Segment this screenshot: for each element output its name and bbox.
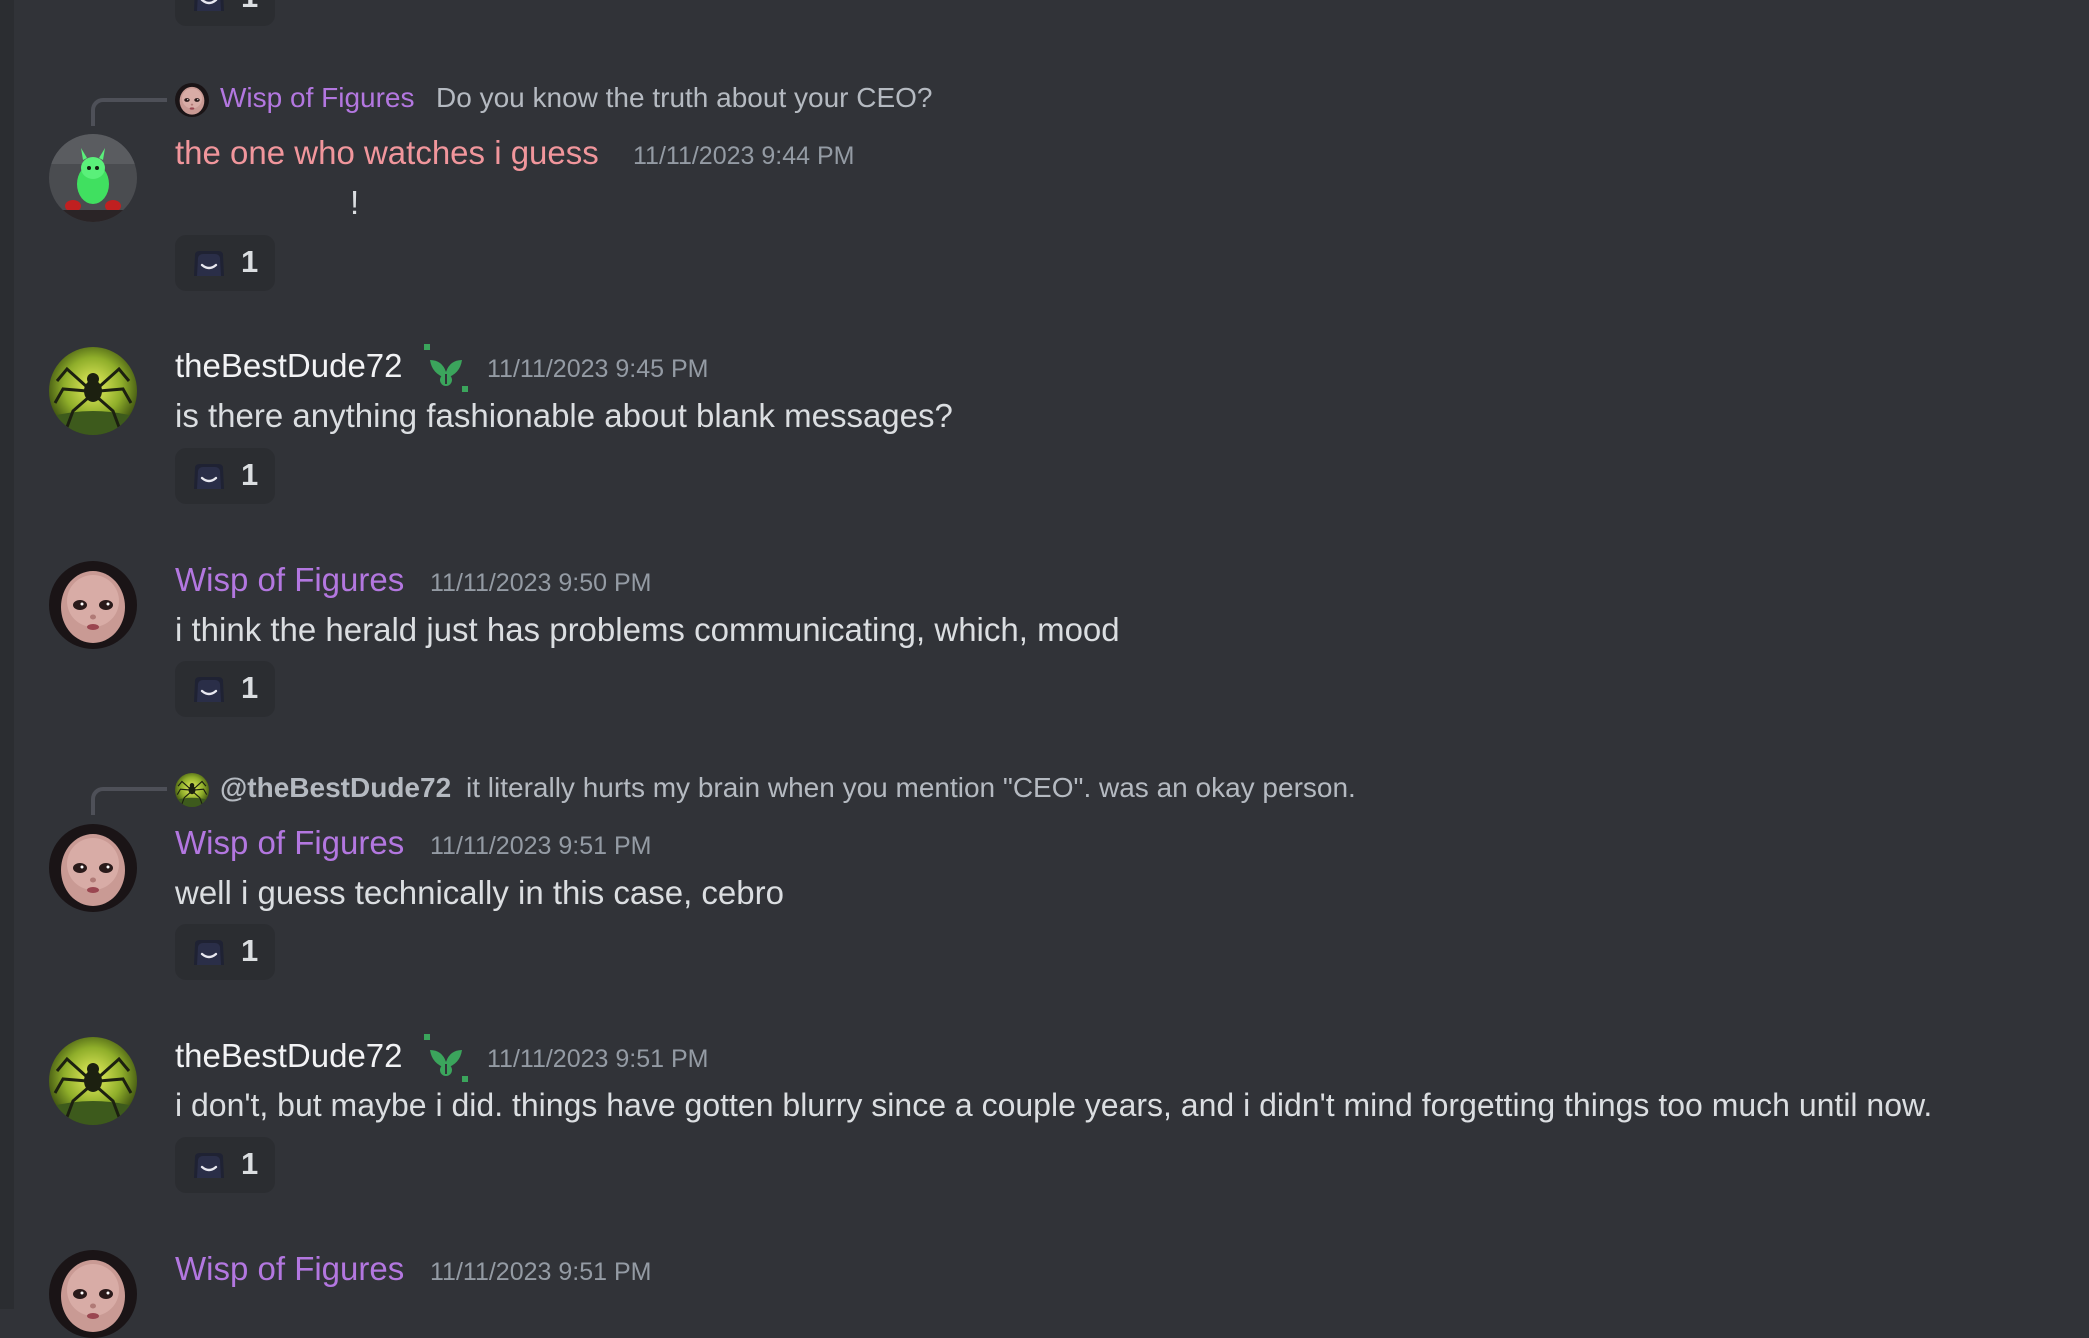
smiling-face-icon: [191, 0, 227, 12]
spider-avatar-icon: [175, 773, 209, 807]
avatar[interactable]: [49, 824, 137, 912]
reaction-button[interactable]: 1: [175, 448, 275, 504]
green-creature-avatar-icon: [49, 134, 137, 222]
message-author[interactable]: Wisp of Figures: [175, 1250, 404, 1288]
reaction-button[interactable]: 1: [175, 661, 275, 717]
message-content: i don't, but maybe i did. things have go…: [175, 1087, 1933, 1123]
message-timestamp: 11/11/2023 9:45 PM: [487, 355, 709, 383]
reply-preview[interactable]: Do you know the truth about your CEO?: [436, 82, 933, 114]
reply-avatar[interactable]: [175, 83, 209, 117]
message-content: !: [350, 184, 360, 221]
doll-avatar-icon: [49, 561, 137, 649]
reaction-button[interactable]: 1: [175, 1137, 275, 1193]
leaf-badge-icon[interactable]: [422, 1034, 470, 1082]
reaction-count: 1: [241, 1146, 259, 1181]
reaction-button[interactable]: 1: [175, 0, 275, 26]
message-timestamp: 11/11/2023 9:51 PM: [487, 1045, 709, 1073]
smiling-face-icon: [191, 249, 227, 277]
reply-connector: [91, 787, 167, 815]
reaction-count: 1: [241, 457, 259, 492]
leaf-badge-icon[interactable]: [422, 344, 470, 392]
reaction-count: 1: [241, 670, 259, 705]
message-author[interactable]: Wisp of Figures: [175, 824, 404, 862]
spider-avatar-icon: [49, 1037, 137, 1125]
message-timestamp: 11/11/2023 9:50 PM: [430, 569, 652, 597]
smiling-face-icon: [191, 462, 227, 490]
message-author[interactable]: theBestDude72: [175, 1037, 403, 1075]
chat-left-edge: [0, 0, 14, 1309]
smiling-face-icon: [191, 938, 227, 966]
reaction-button[interactable]: 1: [175, 235, 275, 291]
message-timestamp: 11/11/2023 9:51 PM: [430, 1258, 652, 1286]
avatar[interactable]: [49, 561, 137, 649]
reaction-button[interactable]: 1: [175, 924, 275, 980]
smiling-face-icon: [191, 675, 227, 703]
reply-author[interactable]: Wisp of Figures: [220, 82, 415, 114]
smiling-face-icon: [191, 1151, 227, 1179]
doll-avatar-icon: [175, 83, 209, 117]
reply-preview[interactable]: it literally hurts my brain when you men…: [466, 772, 1356, 804]
message-timestamp: 11/11/2023 9:44 PM: [633, 142, 855, 170]
spider-avatar-icon: [49, 347, 137, 435]
reply-avatar[interactable]: [175, 773, 209, 807]
reaction-count: 1: [241, 0, 258, 15]
message-content: is there anything fashionable about blan…: [175, 397, 953, 434]
avatar[interactable]: [49, 1250, 137, 1338]
message-timestamp: 11/11/2023 9:51 PM: [430, 832, 652, 860]
message-content: i think the herald just has problems com…: [175, 611, 1120, 648]
doll-avatar-icon: [49, 824, 137, 912]
message-author[interactable]: theBestDude72: [175, 347, 403, 385]
avatar[interactable]: [49, 134, 137, 222]
doll-avatar-icon: [49, 1250, 137, 1338]
reply-connector: [91, 98, 167, 126]
message-author[interactable]: Wisp of Figures: [175, 561, 404, 599]
message-content: well i guess technically in this case, c…: [175, 874, 784, 911]
reaction-count: 1: [241, 933, 259, 968]
reaction-count: 1: [241, 244, 259, 279]
message-author[interactable]: the one who watches i guess: [175, 134, 599, 172]
avatar[interactable]: [49, 1037, 137, 1125]
reply-author[interactable]: @theBestDude72: [220, 772, 451, 804]
avatar[interactable]: [49, 347, 137, 435]
